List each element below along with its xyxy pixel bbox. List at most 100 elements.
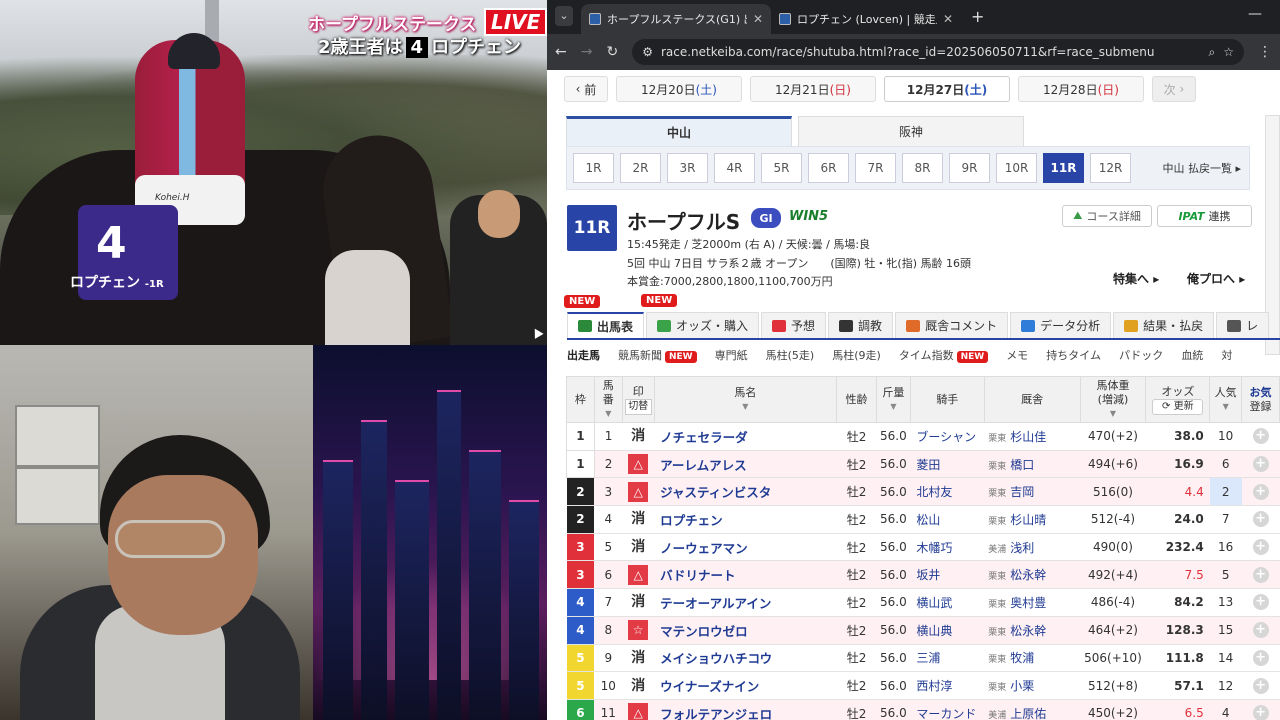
add-favorite-icon[interactable]: +	[1252, 649, 1269, 666]
close-icon[interactable]: ✕	[753, 12, 763, 26]
horse-name-link[interactable]: ノチェセラーダ	[654, 422, 837, 451]
date-button[interactable]: 12月20日 (土)	[616, 76, 742, 102]
favorite-cell[interactable]: +	[1241, 644, 1280, 673]
sub-tab[interactable]: 出走馬	[567, 347, 600, 363]
favorite-cell[interactable]: +	[1241, 477, 1280, 507]
mark-cell[interactable]: △	[622, 450, 655, 479]
race-button-current[interactable]: 11R	[1043, 153, 1084, 183]
main-tab[interactable]: 出馬表 NEW	[564, 295, 645, 338]
back-icon[interactable]: ←	[555, 44, 567, 60]
forward-icon[interactable]: →	[581, 44, 593, 60]
horse-name-link[interactable]: ウイナーズナイン	[654, 671, 837, 700]
horse-name-link[interactable]: フォルテアンジェロ	[654, 699, 837, 720]
trainer-cell[interactable]: 美浦 浅利	[984, 533, 1080, 562]
prediction-mark[interactable]: △	[628, 481, 649, 502]
add-favorite-icon[interactable]: +	[1252, 483, 1269, 500]
sub-tab[interactable]: 対	[1221, 347, 1232, 363]
favorite-cell[interactable]: +	[1241, 505, 1280, 534]
sub-tab[interactable]: パドック	[1119, 347, 1163, 363]
prediction-mark[interactable]: △	[628, 564, 649, 585]
favorite-cell[interactable]: +	[1241, 450, 1280, 479]
jockey-link[interactable]: 木幡巧	[910, 533, 985, 562]
horse-name-link[interactable]: マテンロウゼロ	[654, 616, 837, 645]
col-bodyweight[interactable]: 馬体重 (増減) ▼	[1079, 376, 1147, 423]
close-icon[interactable]: ✕	[943, 12, 953, 26]
add-favorite-icon[interactable]: +	[1252, 677, 1269, 694]
feature-link[interactable]: 特集へ ▸	[1113, 270, 1159, 287]
minimize-icon[interactable]: —	[1248, 6, 1262, 22]
horse-name-link[interactable]: ノーウェアマン	[654, 533, 837, 562]
prediction-mark[interactable]: 消	[628, 676, 648, 696]
col-horse[interactable]: 馬名 ▼	[653, 376, 838, 423]
prediction-mark[interactable]: 消	[628, 648, 648, 668]
ipat-link-button[interactable]: IPAT 連携	[1157, 205, 1252, 227]
col-pop[interactable]: 人気 ▼	[1209, 376, 1243, 423]
trainer-cell[interactable]: 栗東 橋口	[984, 450, 1080, 479]
jockey-link[interactable]: 北村友	[910, 477, 985, 507]
main-tab[interactable]: レ	[1216, 312, 1270, 338]
date-button[interactable]: 12月28日 (日)	[1018, 76, 1144, 102]
race-button[interactable]: 7R	[855, 153, 896, 183]
odds-refresh-button[interactable]: ⟳ 更新	[1152, 398, 1204, 415]
venue-tab-hanshin[interactable]: 阪神	[798, 116, 1024, 146]
mark-cell[interactable]: 消	[622, 671, 655, 700]
prediction-mark[interactable]: △	[628, 703, 649, 720]
sub-tab[interactable]: 血統	[1181, 347, 1203, 363]
jockey-link[interactable]: 横山武	[910, 588, 985, 617]
col-umaban[interactable]: 馬番 ▼	[593, 376, 623, 423]
tab-search-icon[interactable]: ⌄	[555, 6, 573, 26]
horse-name-link[interactable]: ロプチェン	[654, 505, 837, 534]
prediction-mark[interactable]: △	[628, 454, 649, 475]
favorite-cell[interactable]: +	[1241, 560, 1280, 590]
horse-name-link[interactable]: ジャスティンビスタ	[654, 477, 837, 507]
add-favorite-icon[interactable]: +	[1252, 456, 1269, 473]
sub-tab[interactable]: メモ	[1006, 347, 1028, 363]
add-favorite-icon[interactable]: +	[1252, 511, 1269, 528]
race-button[interactable]: 9R	[949, 153, 990, 183]
favorite-cell[interactable]: +	[1241, 422, 1280, 451]
trainer-cell[interactable]: 栗東 杉山佳	[984, 422, 1080, 451]
trainer-cell[interactable]: 栗東 松永幹	[984, 560, 1080, 590]
jockey-link[interactable]: 西村淳	[910, 671, 985, 700]
horse-name-link[interactable]: バドリナート	[654, 560, 837, 590]
race-button[interactable]: 6R	[808, 153, 849, 183]
browser-tab-horse[interactable]: ロプチェン (Lovcen) | 競走馬データ ✕	[771, 4, 961, 34]
race-button[interactable]: 2R	[620, 153, 661, 183]
race-button[interactable]: 10R	[996, 153, 1037, 183]
sub-tab[interactable]: 競馬新聞 NEW	[618, 347, 697, 363]
trainer-cell[interactable]: 栗東 牧浦	[984, 644, 1080, 673]
race-button[interactable]: 1R	[573, 153, 614, 183]
favorite-cell[interactable]: +	[1241, 588, 1280, 617]
horse-name-link[interactable]: テーオーアルアイン	[654, 588, 837, 617]
date-button[interactable]: 12月21日 (日)	[750, 76, 876, 102]
add-favorite-icon[interactable]: +	[1252, 539, 1269, 556]
main-tab[interactable]: データ分析	[1010, 312, 1112, 338]
main-tab[interactable]: 厩舎コメント	[895, 312, 1009, 338]
extensions-icon[interactable]: ⋮	[1258, 44, 1272, 60]
main-tab[interactable]: 調教	[828, 312, 894, 338]
sub-tab[interactable]: 持ちタイム	[1046, 347, 1101, 363]
trainer-cell[interactable]: 栗東 小栗	[984, 671, 1080, 700]
prediction-mark[interactable]: 消	[628, 537, 648, 557]
sub-tab[interactable]: タイム指数 NEW	[899, 347, 989, 363]
main-tab[interactable]: 結果・払戻	[1113, 312, 1215, 338]
jockey-link[interactable]: 坂井	[910, 560, 985, 590]
reload-icon[interactable]: ↻	[606, 44, 618, 60]
prediction-mark[interactable]: ☆	[628, 620, 649, 641]
race-button[interactable]: 4R	[714, 153, 755, 183]
race-button[interactable]: 3R	[667, 153, 708, 183]
favorite-cell[interactable]: +	[1241, 699, 1280, 720]
trainer-cell[interactable]: 栗東 杉山晴	[984, 505, 1080, 534]
mark-cell[interactable]: 消	[622, 533, 655, 562]
browser-tab-race[interactable]: ホープフルステークス(G1) 出馬表 | 2 ✕	[581, 4, 771, 34]
favorite-cell[interactable]: +	[1241, 616, 1280, 645]
pro-link[interactable]: 俺プロへ ▸	[1187, 270, 1245, 287]
main-tab[interactable]: 予想	[761, 312, 827, 338]
jockey-link[interactable]: 松山	[910, 505, 985, 534]
bookmark-star-icon[interactable]: ☆	[1223, 45, 1234, 59]
jockey-link[interactable]: ブーシャン	[910, 422, 985, 451]
trainer-cell[interactable]: 美浦 上原佑	[984, 699, 1080, 720]
venue-tab-nakayama[interactable]: 中山	[566, 116, 792, 146]
add-favorite-icon[interactable]: +	[1252, 705, 1269, 720]
prediction-mark[interactable]: 消	[628, 426, 648, 446]
